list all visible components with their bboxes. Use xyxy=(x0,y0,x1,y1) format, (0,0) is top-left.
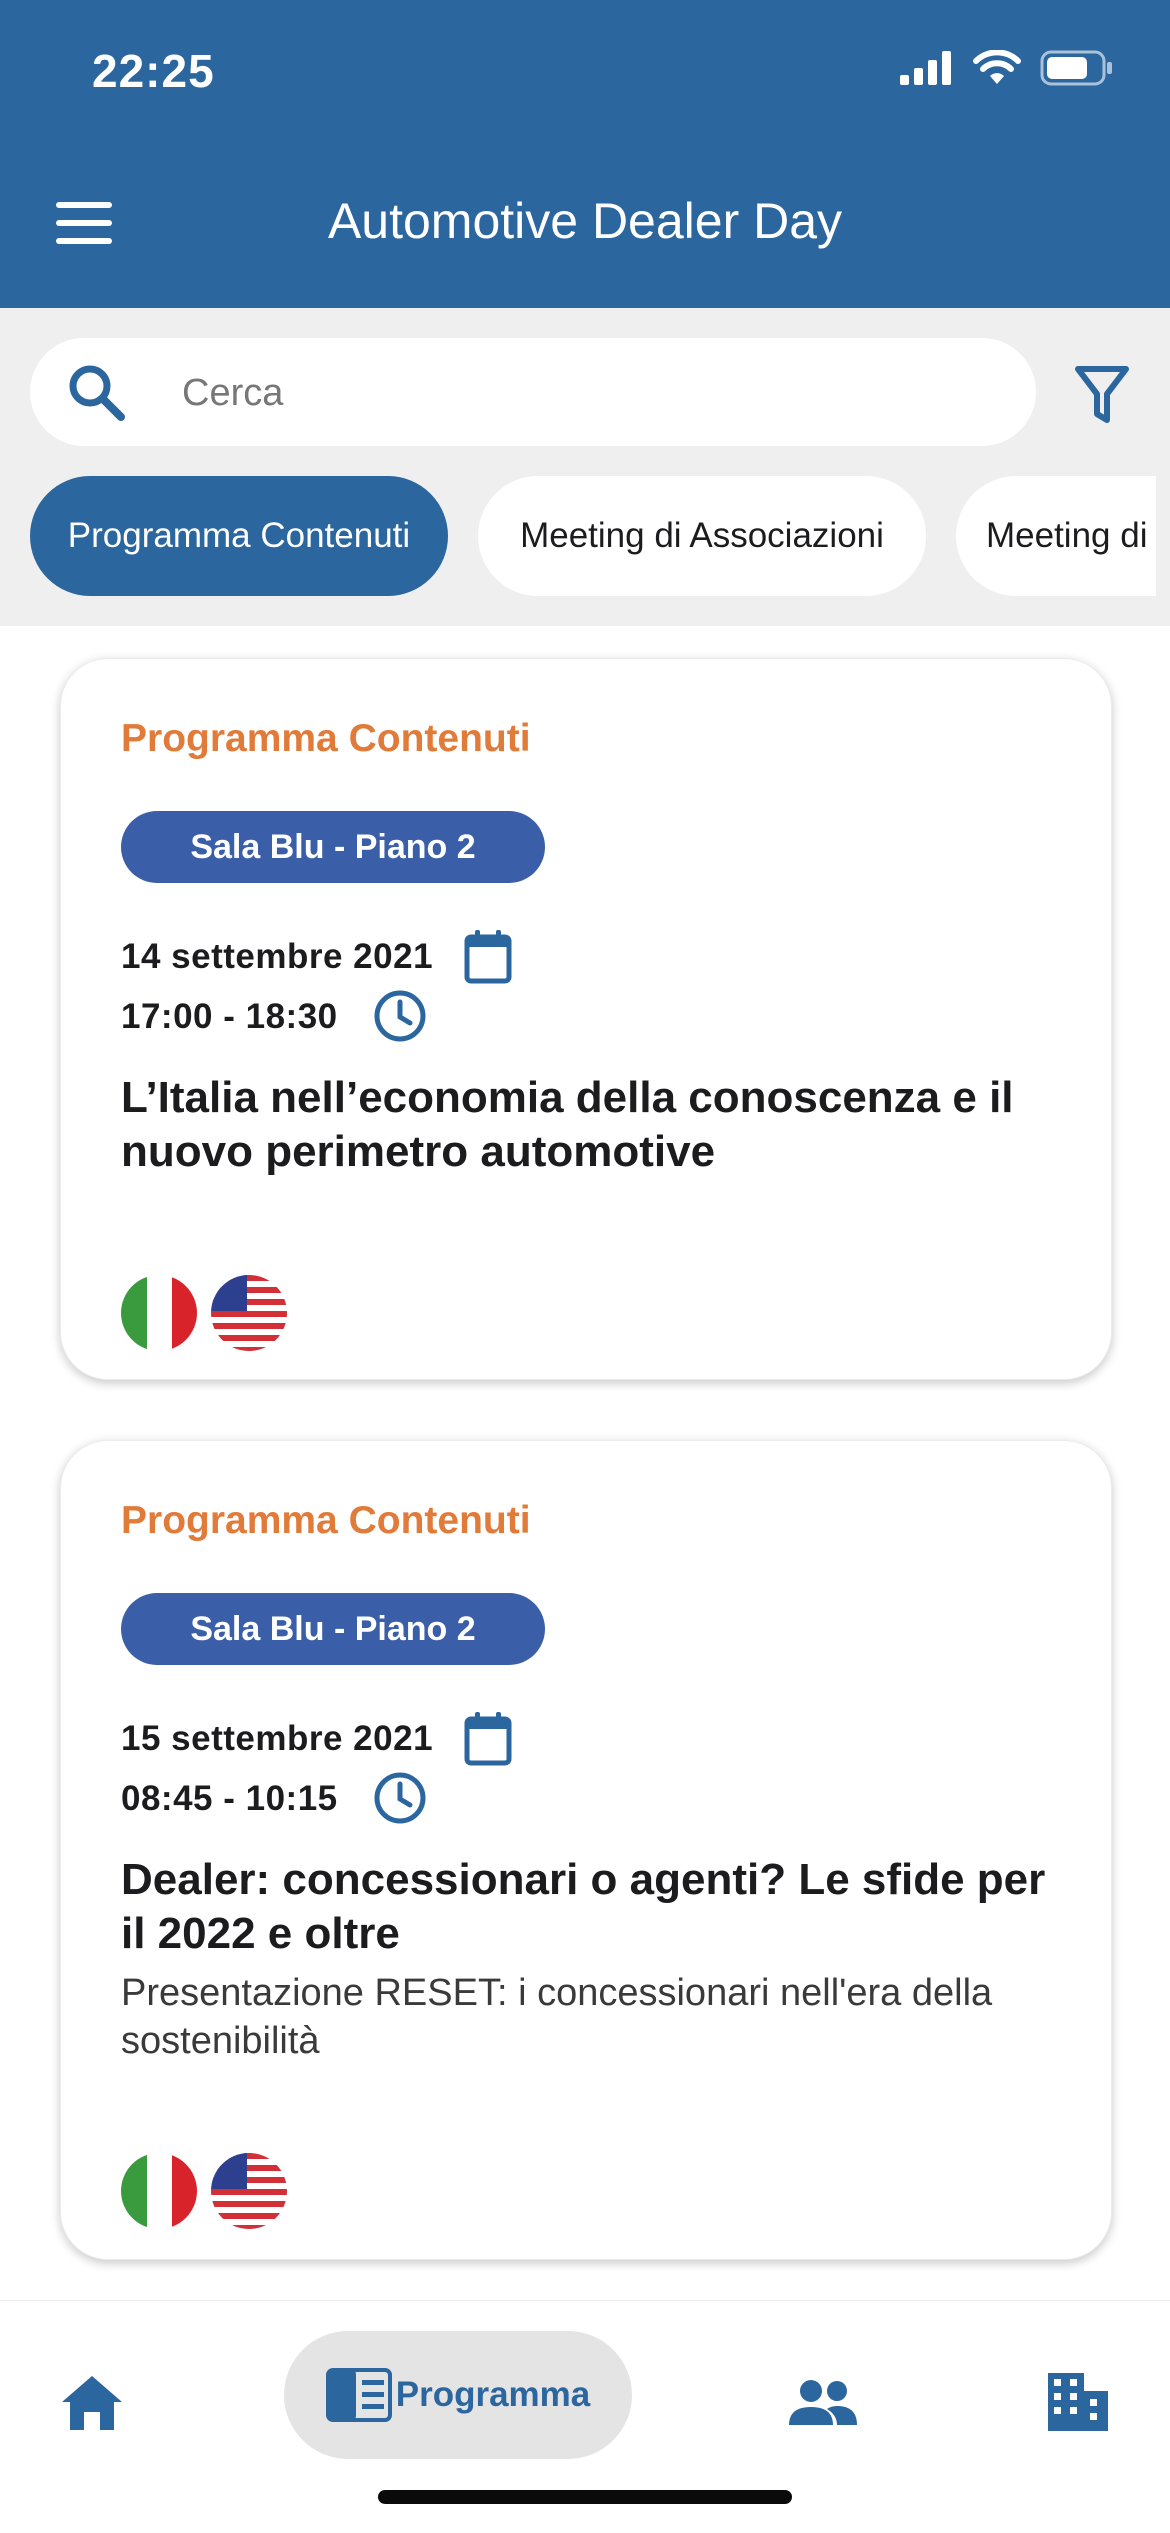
event-title: Dealer: concessionari o agenti? Le sfide… xyxy=(121,1855,1046,1958)
filter-icon[interactable] xyxy=(1074,364,1130,426)
event-time: 17:00 - 18:30 xyxy=(121,997,338,1036)
battery-icon xyxy=(1040,50,1112,86)
status-time: 22:25 xyxy=(92,45,215,97)
calendar-icon xyxy=(464,930,512,984)
home-icon xyxy=(62,2376,122,2430)
calendar-icon xyxy=(464,1712,512,1766)
search-input[interactable] xyxy=(180,362,1004,424)
building-icon xyxy=(1048,2373,1108,2431)
clock-icon xyxy=(374,990,426,1042)
app-header: 22:25 Automotive Dealer Day xyxy=(0,0,1170,308)
flag-italy-icon xyxy=(121,2153,197,2229)
wifi-icon xyxy=(973,50,1021,84)
category-chips: Programma Contenuti Meeting di Associazi… xyxy=(30,476,1156,598)
event-category: Programma Contenuti xyxy=(121,717,531,760)
event-title: L’Italia nell’economia della conoscenza … xyxy=(121,1073,1014,1176)
chip-programma-contenuti[interactable]: Programma Contenuti xyxy=(30,476,448,596)
search-box[interactable] xyxy=(30,338,1036,446)
event-subtitle: Presentazione RESET: i concessionari nel… xyxy=(121,1972,993,2062)
event-date: 15 settembre 2021 xyxy=(121,1719,434,1758)
search-icon xyxy=(69,365,125,421)
clock-icon xyxy=(374,1772,426,1824)
signal-icon xyxy=(900,51,951,85)
event-time: 08:45 - 10:15 xyxy=(121,1779,338,1818)
status-icons xyxy=(900,50,1114,86)
chip-meeting-associazioni[interactable]: Meeting di Associazioni xyxy=(478,476,926,596)
event-date: 14 settembre 2021 xyxy=(121,937,434,976)
search-area: Programma Contenuti Meeting di Associazi… xyxy=(0,308,1170,626)
chip-meeting-di[interactable]: Meeting di xyxy=(956,476,1156,596)
flag-usa-icon xyxy=(211,1275,287,1351)
tab-people[interactable] xyxy=(778,2361,868,2445)
app-title: Automotive Dealer Day xyxy=(327,193,843,249)
event-category: Programma Contenuti xyxy=(121,1499,531,1542)
room-badge: Sala Blu - Piano 2 xyxy=(121,811,545,883)
flag-usa-icon xyxy=(211,2153,287,2229)
tab-programma[interactable]: Programma xyxy=(284,2331,632,2459)
tab-exhibitors[interactable] xyxy=(1038,2359,1118,2445)
schedule-icon xyxy=(325,2368,392,2422)
people-icon xyxy=(789,2380,857,2425)
room-badge: Sala Blu - Piano 2 xyxy=(121,1593,545,1665)
tab-programma-label: Programma xyxy=(395,2375,591,2414)
flag-italy-icon xyxy=(121,1275,197,1351)
event-card[interactable]: Programma Contenuti Sala Blu - Piano 2 1… xyxy=(60,1440,1112,2260)
tab-home[interactable] xyxy=(50,2361,134,2445)
home-indicator xyxy=(378,2490,792,2504)
event-card[interactable]: Programma Contenuti Sala Blu - Piano 2 1… xyxy=(60,658,1112,1380)
